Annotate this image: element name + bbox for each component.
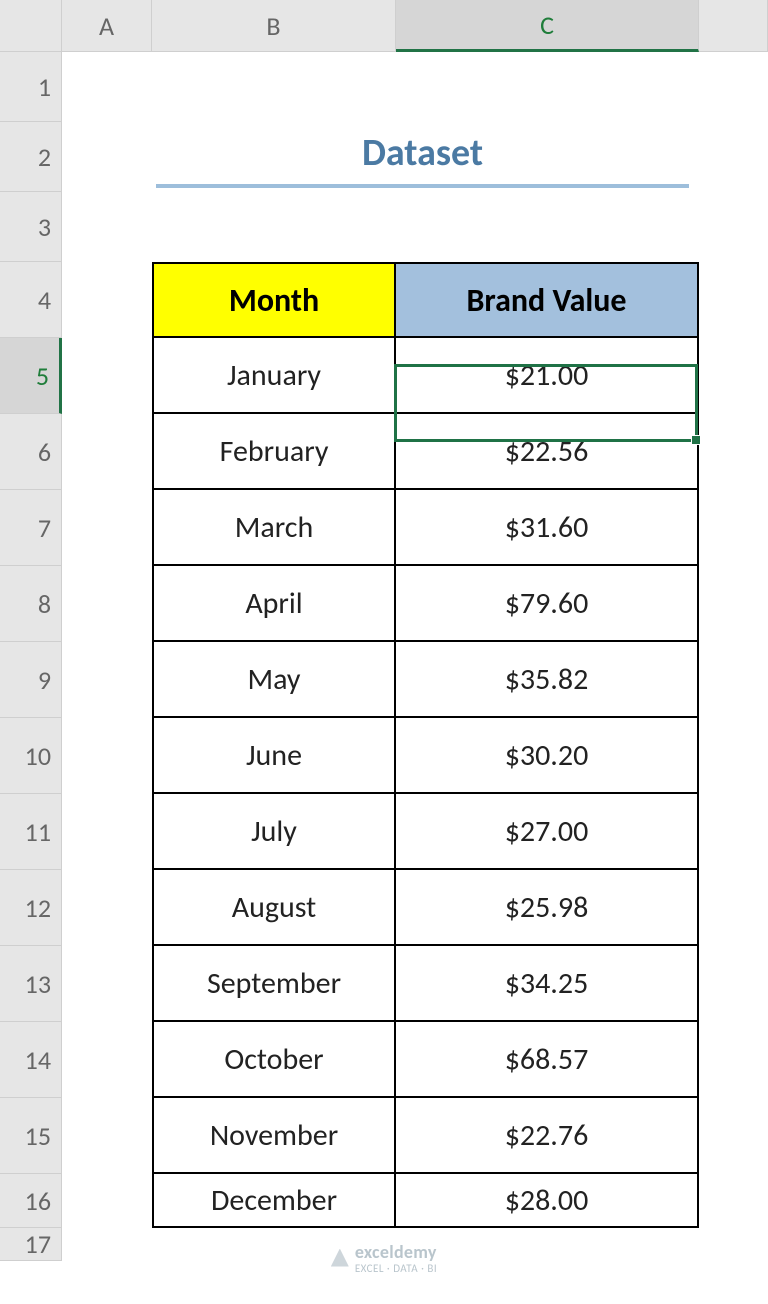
cell-D3[interactable] — [699, 192, 768, 262]
cell-value-7[interactable]: $25.98 — [396, 870, 699, 946]
row-header-17[interactable]: 17 — [0, 1228, 62, 1261]
cell-value-8[interactable]: $34.25 — [396, 946, 699, 1022]
row-header-3[interactable]: 3 — [0, 192, 62, 262]
cell-A14[interactable] — [62, 1022, 152, 1098]
cell-D9[interactable] — [699, 642, 768, 718]
row-header-10[interactable]: 10 — [0, 718, 62, 794]
col-header-A[interactable]: A — [62, 0, 152, 52]
row-header-1[interactable]: 1 — [0, 52, 62, 122]
row-header-16[interactable]: 16 — [0, 1174, 62, 1228]
cell-D7[interactable] — [699, 490, 768, 566]
cell-A5[interactable] — [62, 338, 152, 414]
row-header-11[interactable]: 11 — [0, 794, 62, 870]
cell-D16[interactable] — [699, 1174, 768, 1228]
cell-value-11[interactable]: $28.00 — [396, 1174, 699, 1228]
cell-A12[interactable] — [62, 870, 152, 946]
cell-A7[interactable] — [62, 490, 152, 566]
cell-D6[interactable] — [699, 414, 768, 490]
cell-B3[interactable] — [152, 192, 396, 262]
cell-value-10[interactable]: $22.76 — [396, 1098, 699, 1174]
row-header-8[interactable]: 8 — [0, 566, 62, 642]
cell-value-3[interactable]: $79.60 — [396, 566, 699, 642]
row-header-2[interactable]: 2 — [0, 122, 62, 192]
cell-value-6[interactable]: $27.00 — [396, 794, 699, 870]
cell-D12[interactable] — [699, 870, 768, 946]
cell-month-11[interactable]: December — [152, 1174, 396, 1228]
cell-A9[interactable] — [62, 642, 152, 718]
cell-month-3[interactable]: April — [152, 566, 396, 642]
cell-month-9[interactable]: October — [152, 1022, 396, 1098]
cell-value-5[interactable]: $30.20 — [396, 718, 699, 794]
cell-value-2[interactable]: $31.60 — [396, 490, 699, 566]
cell-D14[interactable] — [699, 1022, 768, 1098]
cell-D1[interactable] — [699, 52, 768, 122]
dataset-title[interactable]: Dataset — [156, 122, 689, 188]
cell-A16[interactable] — [62, 1174, 152, 1228]
col-header-B[interactable]: B — [152, 0, 396, 52]
cell-month-0[interactable]: January — [152, 338, 396, 414]
select-all-corner[interactable] — [0, 0, 62, 52]
cell-value-0[interactable]: $21.00 — [396, 338, 699, 414]
cell-A10[interactable] — [62, 718, 152, 794]
row-header-14[interactable]: 14 — [0, 1022, 62, 1098]
row-header-13[interactable]: 13 — [0, 946, 62, 1022]
cell-A4[interactable] — [62, 262, 152, 338]
cell-value-4[interactable]: $35.82 — [396, 642, 699, 718]
cell-D11[interactable] — [699, 794, 768, 870]
cell-D4[interactable] — [699, 262, 768, 338]
cell-month-10[interactable]: November — [152, 1098, 396, 1174]
cell-D17[interactable] — [699, 1228, 768, 1261]
cell-C17[interactable] — [396, 1228, 699, 1261]
cell-D10[interactable] — [699, 718, 768, 794]
watermark-brand: exceldemy — [355, 1241, 437, 1263]
cell-A8[interactable] — [62, 566, 152, 642]
cell-month-6[interactable]: July — [152, 794, 396, 870]
cell-A15[interactable] — [62, 1098, 152, 1174]
row-header-6[interactable]: 6 — [0, 414, 62, 490]
cell-month-2[interactable]: March — [152, 490, 396, 566]
row-header-4[interactable]: 4 — [0, 262, 62, 338]
row-header-9[interactable]: 9 — [0, 642, 62, 718]
cell-A6[interactable] — [62, 414, 152, 490]
row-header-12[interactable]: 12 — [0, 870, 62, 946]
cell-C3[interactable] — [396, 192, 699, 262]
col-header-C[interactable]: C — [396, 0, 699, 52]
cell-D15[interactable] — [699, 1098, 768, 1174]
cell-month-5[interactable]: June — [152, 718, 396, 794]
cell-D13[interactable] — [699, 946, 768, 1022]
watermark-icon — [331, 1249, 349, 1267]
cell-month-8[interactable]: September — [152, 946, 396, 1022]
table-header-brand-value[interactable]: Brand Value — [396, 262, 699, 338]
cell-value-9[interactable]: $68.57 — [396, 1022, 699, 1098]
row-header-5[interactable]: 5 — [0, 338, 62, 414]
cell-B1[interactable] — [152, 52, 396, 122]
cell-A13[interactable] — [62, 946, 152, 1022]
row-header-15[interactable]: 15 — [0, 1098, 62, 1174]
cell-A11[interactable] — [62, 794, 152, 870]
row-header-7[interactable]: 7 — [0, 490, 62, 566]
cell-value-1[interactable]: $22.56 — [396, 414, 699, 490]
spreadsheet-grid: A B C 1 2 Dataset 3 4 Month Brand Value … — [0, 0, 768, 1261]
col-header-blank[interactable] — [699, 0, 768, 52]
cell-D5[interactable] — [699, 338, 768, 414]
cell-A3[interactable] — [62, 192, 152, 262]
cell-D8[interactable] — [699, 566, 768, 642]
watermark: exceldemy EXCEL · DATA · BI — [331, 1241, 437, 1274]
cell-A17[interactable] — [62, 1228, 152, 1261]
cell-month-1[interactable]: February — [152, 414, 396, 490]
table-header-month[interactable]: Month — [152, 262, 396, 338]
cell-A1[interactable] — [62, 52, 152, 122]
cell-C1[interactable] — [396, 52, 699, 122]
cell-A2[interactable] — [62, 122, 152, 192]
watermark-tag: EXCEL · DATA · BI — [355, 1263, 437, 1274]
cell-month-4[interactable]: May — [152, 642, 396, 718]
cell-D2[interactable] — [699, 122, 768, 192]
cell-month-7[interactable]: August — [152, 870, 396, 946]
